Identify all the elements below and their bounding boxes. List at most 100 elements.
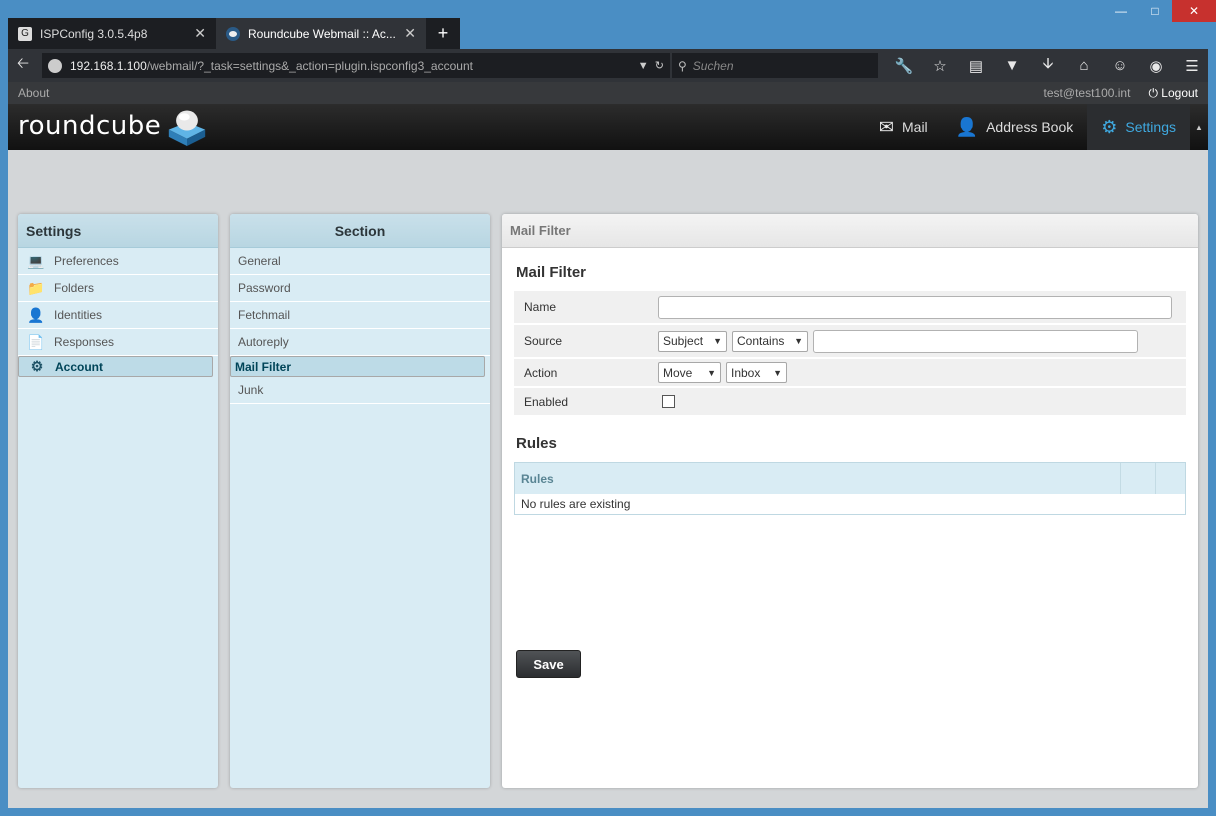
source-row: Source Subject ▼ Contains ▼ [514, 325, 1186, 357]
section-item-autoreply[interactable]: Autoreply [230, 329, 490, 356]
action-type-select[interactable]: Move ▼ [658, 362, 721, 383]
document-icon: 📄 [27, 333, 45, 350]
source-op-select[interactable]: Contains ▼ [732, 330, 808, 352]
action-target-select[interactable]: Inbox ▼ [726, 362, 787, 383]
back-button[interactable]: 🡠 [8, 49, 38, 82]
task-settings[interactable]: ⚙ Settings [1087, 104, 1190, 150]
tab-roundcube[interactable]: Roundcube Webmail :: Ac... ✕ [216, 18, 426, 49]
rules-column-delete [1155, 463, 1185, 494]
settings-panel-title: Settings [18, 214, 218, 248]
window-controls: — □ ✕ [1104, 0, 1216, 22]
logo-text: roundcube [18, 111, 162, 141]
task-addressbook[interactable]: 👤 Address Book [942, 104, 1088, 150]
chat-icon[interactable]: ☺ [1102, 49, 1138, 82]
section-panel-title: Section [230, 214, 490, 248]
top-line: About test@test100.int ⏻ Logout [8, 82, 1208, 104]
username: test@test100.int [1043, 86, 1131, 100]
dropdown-arrow-icon[interactable]: ▼ [638, 60, 649, 72]
wrench-icon[interactable]: 🔧 [886, 49, 922, 82]
search-icon: ⚲ [678, 58, 687, 73]
tab-label: ISPConfig 3.0.5.4p8 [40, 26, 148, 41]
enabled-checkbox[interactable] [662, 395, 675, 408]
settings-panel: Settings 💻 Preferences 📁 Folders 👤 Ident… [18, 214, 218, 788]
folder-icon: 📁 [27, 279, 45, 296]
minimize-icon[interactable]: — [1104, 0, 1138, 22]
tab-label: Roundcube Webmail :: Ac... [248, 26, 396, 41]
logout-link[interactable]: ⏻ Logout [1148, 86, 1198, 101]
gear-icon: ⚙ [30, 358, 44, 374]
gear-icon: ⚙ [1101, 116, 1118, 137]
close-tab-icon[interactable]: ✕ [194, 25, 206, 42]
section-panel: Section General Password Fetchmail Autor… [230, 214, 490, 788]
mail-filter-form: Mail Filter Name Source Subject ▼ Contain… [502, 248, 1198, 529]
collapse-header-button[interactable]: ▲ [1190, 104, 1208, 150]
star-icon[interactable]: ☆ [922, 49, 958, 82]
source-label: Source [524, 334, 563, 348]
ispconfig-icon: G [18, 26, 32, 41]
section-item-password[interactable]: Password [230, 275, 490, 302]
header: roundcube ✉ Mail 👤 Address Book ⚙ Settin… [8, 104, 1208, 150]
globe-network-icon[interactable]: ◉ [1138, 49, 1174, 82]
settings-item-label: Identities [54, 308, 103, 322]
name-row: Name [514, 291, 1186, 323]
save-button[interactable]: Save [516, 650, 581, 678]
close-tab-icon[interactable]: ✕ [404, 25, 416, 42]
rules-table-header: Rules [515, 463, 1185, 494]
name-label: Name [524, 300, 557, 314]
enabled-label: Enabled [524, 394, 569, 409]
download-icon[interactable]: 🡫 [1030, 49, 1066, 82]
power-icon: ⏻ [1148, 85, 1158, 100]
person-icon: 👤 [27, 306, 45, 323]
home-icon[interactable]: ⌂ [1066, 49, 1102, 82]
menu-icon[interactable]: ☰ [1174, 49, 1210, 82]
reload-icon[interactable]: ↻ [655, 60, 664, 72]
pocket-icon[interactable]: ▼ [994, 49, 1030, 82]
rules-table: Rules No rules are existing [514, 462, 1186, 515]
about-link[interactable]: About [18, 86, 49, 100]
navigation-bar: 🡠 192.168.1.100/webmail/?_task=settings&… [8, 49, 1208, 82]
content-panel-title: Mail Filter [502, 214, 1198, 248]
settings-item-folders[interactable]: 📁 Folders [18, 275, 218, 302]
source-field-select[interactable]: Subject ▼ [658, 330, 727, 352]
new-tab-button[interactable]: + [426, 18, 460, 49]
logout-label: Logout [1161, 85, 1198, 100]
settings-item-preferences[interactable]: 💻 Preferences [18, 248, 218, 275]
action-target-value: Inbox [731, 365, 761, 380]
settings-item-responses[interactable]: 📄 Responses [18, 329, 218, 356]
laptop-icon: 💻 [27, 252, 45, 269]
browser-window: — □ ✕ G ISPConfig 3.0.5.4p8 ✕ Roundcube … [0, 0, 1216, 816]
settings-item-label: Preferences [54, 254, 119, 268]
task-label: Address Book [986, 119, 1074, 135]
roundcube-icon [226, 26, 240, 41]
settings-item-identities[interactable]: 👤 Identities [18, 302, 218, 329]
source-field-value: Subject [663, 334, 704, 348]
chevron-down-icon: ▼ [794, 336, 803, 346]
task-mail[interactable]: ✉ Mail [865, 104, 942, 150]
globe-icon [48, 58, 62, 73]
caret-up-icon: ▲ [1195, 122, 1203, 132]
roundcube-logo[interactable]: roundcube [18, 106, 209, 146]
settings-item-account[interactable]: ⚙ Account [18, 356, 213, 377]
back-arrow-icon: 🡠 [16, 55, 30, 72]
maximize-icon[interactable]: □ [1138, 0, 1172, 22]
section-item-general[interactable]: General [230, 248, 490, 275]
tab-ispconfig[interactable]: G ISPConfig 3.0.5.4p8 ✕ [8, 18, 216, 49]
browser-toolbar: 🔧 ☆ ▤ ▼ 🡫 ⌂ ☺ ◉ ☰ [886, 49, 1210, 82]
source-value-input[interactable] [813, 329, 1138, 353]
rules-empty-row: No rules are existing [521, 497, 631, 511]
envelope-icon: ✉ [878, 116, 894, 137]
clipboard-icon[interactable]: ▤ [958, 49, 994, 82]
section-item-mail-filter[interactable]: Mail Filter [230, 356, 485, 377]
search-placeholder: Suchen [692, 58, 734, 73]
section-item-junk[interactable]: Junk [230, 377, 490, 404]
url-bar[interactable]: 192.168.1.100/webmail/?_task=settings&_a… [42, 53, 670, 78]
plus-icon: + [437, 23, 449, 43]
rules-title: Rules [516, 435, 557, 452]
settings-item-label: Responses [54, 335, 115, 349]
search-bar[interactable]: ⚲ Suchen [672, 53, 878, 78]
name-input[interactable] [658, 295, 1172, 319]
close-window-icon[interactable]: ✕ [1172, 0, 1216, 22]
chevron-down-icon: ▼ [773, 367, 782, 378]
rules-column-edit [1120, 463, 1155, 494]
section-item-fetchmail[interactable]: Fetchmail [230, 302, 490, 329]
